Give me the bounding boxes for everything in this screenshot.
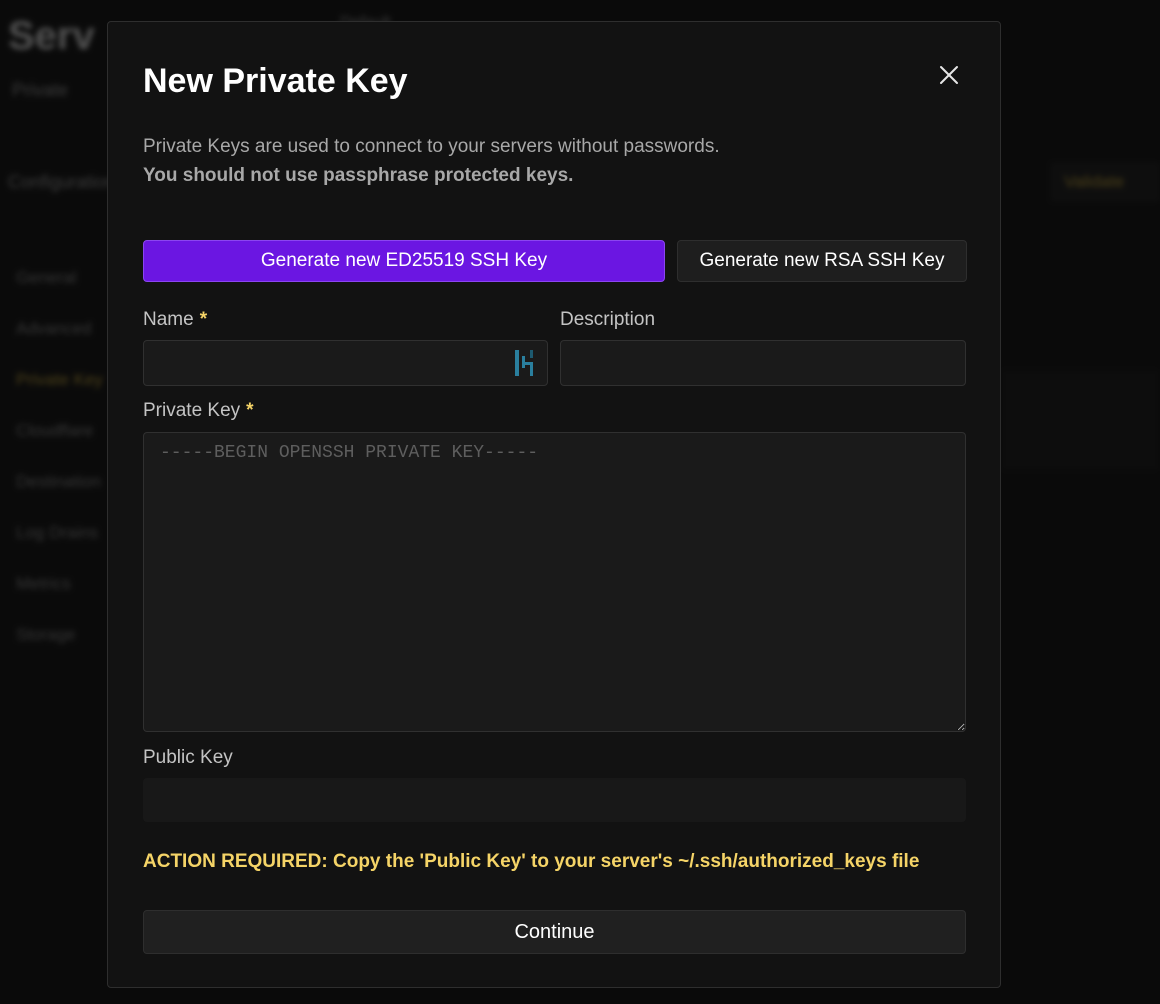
private-key-textarea[interactable] [143,432,966,732]
close-icon [940,66,958,84]
action-required-note: ACTION REQUIRED: Copy the 'Public Key' t… [143,851,920,872]
private-key-label-text: Private Key [143,400,241,421]
required-marker: * [199,309,208,330]
name-input[interactable] [143,340,548,386]
name-label-text: Name [143,309,194,330]
description-input[interactable] [560,340,966,386]
modal-description: Private Keys are used to connect to your… [143,132,973,190]
public-key-field[interactable] [143,778,966,822]
generate-ed25519-button[interactable]: Generate new ED25519 SSH Key [143,240,665,282]
intro-text: Private Keys are used to connect to your… [143,136,720,157]
modal-title: New Private Key [143,62,408,100]
required-marker: * [246,400,254,421]
generate-rsa-button[interactable]: Generate new RSA SSH Key [677,240,967,282]
public-key-label: Public Key [143,747,233,768]
name-label: Name * [143,308,207,332]
close-button[interactable] [934,60,964,90]
password-manager-icon[interactable] [514,348,538,378]
passphrase-warning: You should not use passphrase protected … [143,165,574,186]
description-label: Description [560,309,656,330]
continue-button[interactable]: Continue [143,910,966,954]
new-private-key-modal: New Private Key Private Keys are used to… [107,21,1001,988]
private-key-label: Private Key * [143,399,254,423]
